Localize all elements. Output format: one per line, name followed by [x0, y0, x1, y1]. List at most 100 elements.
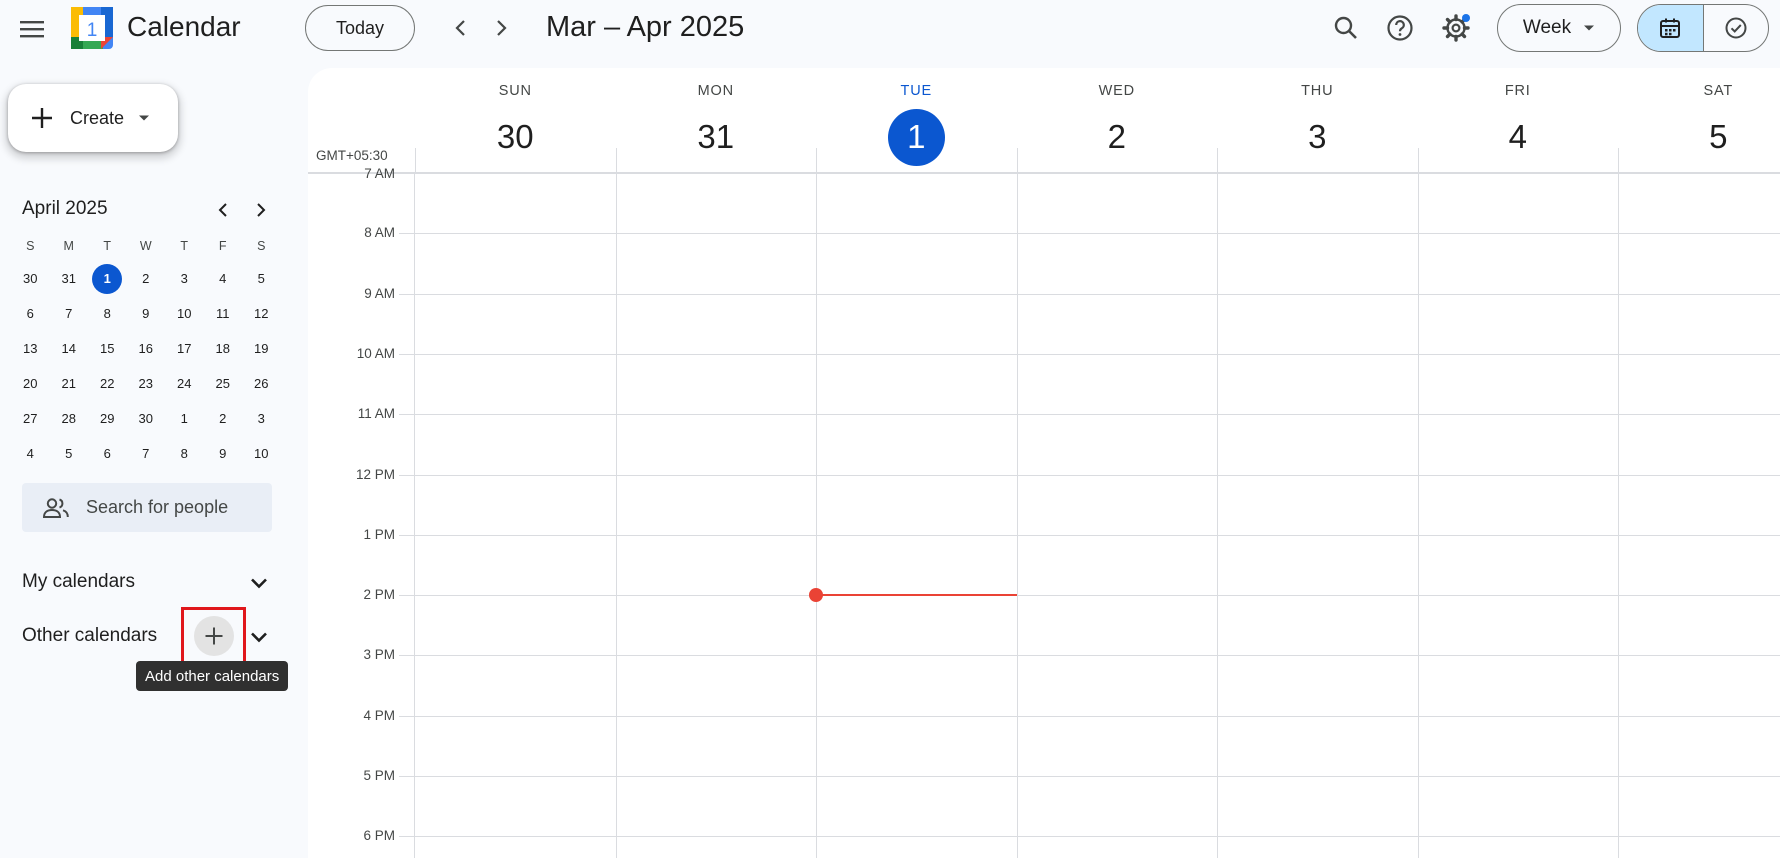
mini-calendar-day[interactable]: 21 — [50, 366, 89, 401]
mini-calendar-day[interactable]: 3 — [165, 261, 204, 296]
day-number[interactable]: 1 — [816, 108, 1017, 166]
mini-calendar-day-label: 23 — [138, 376, 153, 391]
other-calendars-label[interactable]: Other calendars — [22, 625, 157, 647]
mini-calendar-day[interactable]: 23 — [127, 366, 166, 401]
mini-calendar-day[interactable]: 30 — [127, 401, 166, 436]
mini-calendar-day[interactable]: 8 — [88, 296, 127, 331]
other-calendars-expand-button[interactable] — [243, 621, 275, 653]
hour-gridline — [399, 353, 1780, 355]
mini-calendar-next-button[interactable] — [245, 194, 277, 226]
mini-calendar-day[interactable]: 1 — [88, 261, 127, 296]
time-grid[interactable]: 7 AM 8 AM 9 AM 10 AM 11 AM 12 PM 1 PM 2 PM 3 PM 4… — [308, 166, 1780, 858]
mini-calendar-day-label: 20 — [23, 376, 38, 391]
next-period-button[interactable] — [481, 8, 521, 48]
mini-calendar-day[interactable]: 16 — [127, 331, 166, 366]
mini-calendar-day[interactable]: 10 — [242, 436, 281, 471]
mini-calendar-day[interactable]: 7 — [127, 436, 166, 471]
day-header-fri[interactable]: FRI 4 — [1418, 68, 1619, 174]
mini-calendar-day[interactable]: 25 — [204, 366, 243, 401]
mini-calendar-day[interactable]: 1 — [165, 401, 204, 436]
mini-calendar-day[interactable]: 3 — [242, 401, 281, 436]
mini-calendar-day[interactable]: 17 — [165, 331, 204, 366]
header-column-divider — [1217, 148, 1218, 172]
mini-calendar-previous-button[interactable] — [207, 194, 239, 226]
add-other-calendars-button[interactable] — [193, 616, 234, 656]
time-label: 2 PM — [363, 587, 395, 603]
mini-calendar-day[interactable]: 13 — [11, 331, 50, 366]
previous-period-button[interactable] — [441, 8, 481, 48]
mini-calendar-day[interactable]: 20 — [11, 366, 50, 401]
day-column-divider — [816, 174, 817, 858]
create-button[interactable]: Create — [8, 84, 178, 152]
tasks-view-toggle[interactable] — [1704, 5, 1769, 51]
mini-calendar-day[interactable]: 6 — [88, 436, 127, 471]
mini-calendar-day[interactable]: 11 — [204, 296, 243, 331]
header-column-divider — [1417, 148, 1419, 172]
mini-calendar-day[interactable]: 5 — [50, 436, 89, 471]
day-number[interactable]: 3 — [1217, 109, 1418, 165]
mini-calendar-day[interactable]: 29 — [88, 401, 127, 436]
day-number[interactable]: 4 — [1418, 109, 1619, 165]
mini-calendar-day[interactable]: 4 — [204, 261, 243, 296]
calendar-view-toggle[interactable] — [1638, 5, 1704, 51]
week-view: SUN 30 MON 31 TUE 1 WED 2 THU 3 FRI 4 SAT 5 GMT+05:30… — [308, 68, 1780, 858]
mini-calendar-week-row: 20 21 22 23 24 25 26 — [11, 366, 281, 401]
day-header-wed[interactable]: WED 2 — [1017, 68, 1218, 174]
mini-calendar-day[interactable]: 15 — [88, 331, 127, 366]
hour-gridline — [399, 655, 1780, 657]
mini-calendar-day[interactable]: 28 — [50, 401, 89, 436]
mini-calendar-day[interactable]: 5 — [242, 261, 281, 296]
mini-calendar-day[interactable]: 10 — [165, 296, 204, 331]
calendar-logo-icon[interactable]: 1 — [71, 7, 113, 49]
mini-calendar-day[interactable]: 18 — [204, 331, 243, 366]
mini-calendar-day-label: 6 — [103, 446, 111, 461]
time-label: 4 PM — [363, 707, 395, 723]
mini-calendar-day[interactable]: 9 — [127, 296, 166, 331]
day-number[interactable]: 31 — [616, 109, 817, 165]
search-for-people-placeholder: Search for people — [86, 497, 229, 517]
mini-calendar-day[interactable]: 12 — [242, 296, 281, 331]
day-header-tue[interactable]: TUE 1 — [816, 68, 1017, 174]
today-button[interactable]: Today — [305, 5, 415, 51]
mini-calendar-day-label: 13 — [23, 341, 38, 356]
mini-calendar-day[interactable]: 22 — [88, 366, 127, 401]
mini-calendar-day[interactable]: 9 — [204, 436, 243, 471]
mini-calendar-day[interactable]: 14 — [50, 331, 89, 366]
search-button[interactable] — [1324, 6, 1368, 50]
day-header-thu[interactable]: THU 3 — [1217, 68, 1418, 174]
day-name: WED — [1098, 83, 1135, 99]
view-selector-dropdown[interactable]: Week — [1497, 4, 1621, 52]
mini-calendar-day[interactable]: 2 — [127, 261, 166, 296]
mini-calendar-day[interactable]: 30 — [11, 261, 50, 296]
time-label: 6 PM — [363, 828, 395, 844]
mini-calendar-day-label: 28 — [61, 411, 76, 426]
day-number[interactable]: 5 — [1618, 109, 1780, 165]
day-header-mon[interactable]: MON 31 — [616, 68, 817, 174]
mini-calendar-day[interactable]: 31 — [50, 261, 89, 296]
help-button[interactable] — [1378, 6, 1422, 50]
day-header-sat[interactable]: SAT 5 — [1618, 68, 1780, 174]
day-header-sun[interactable]: SUN 30 — [415, 68, 616, 174]
mini-calendar-day-label: 10 — [254, 446, 269, 461]
day-number[interactable]: 2 — [1017, 109, 1218, 165]
search-for-people-input[interactable]: Search for people — [22, 483, 272, 532]
my-calendars-expand-button[interactable] — [243, 567, 275, 599]
mini-calendar-day[interactable]: 7 — [50, 296, 89, 331]
hour-gridline — [399, 534, 1780, 536]
mini-calendar-day-label: 27 — [23, 411, 38, 426]
mini-calendar-day[interactable]: 26 — [242, 366, 281, 401]
day-number[interactable]: 30 — [415, 109, 616, 165]
mini-calendar-day[interactable]: 8 — [165, 436, 204, 471]
mini-calendar-day[interactable]: 2 — [204, 401, 243, 436]
people-icon — [42, 497, 69, 518]
mini-calendar-day[interactable]: 19 — [242, 331, 281, 366]
mini-calendar-day-label: 5 — [65, 446, 73, 461]
mini-calendar-day[interactable]: 4 — [11, 436, 50, 471]
header-column-divider — [615, 148, 617, 172]
settings-button[interactable] — [1434, 6, 1478, 50]
main-menu-button[interactable] — [12, 5, 52, 53]
mini-calendar-day[interactable]: 27 — [11, 401, 50, 436]
my-calendars-label[interactable]: My calendars — [22, 571, 135, 593]
mini-calendar-day[interactable]: 6 — [11, 296, 50, 331]
mini-calendar-day[interactable]: 24 — [165, 366, 204, 401]
